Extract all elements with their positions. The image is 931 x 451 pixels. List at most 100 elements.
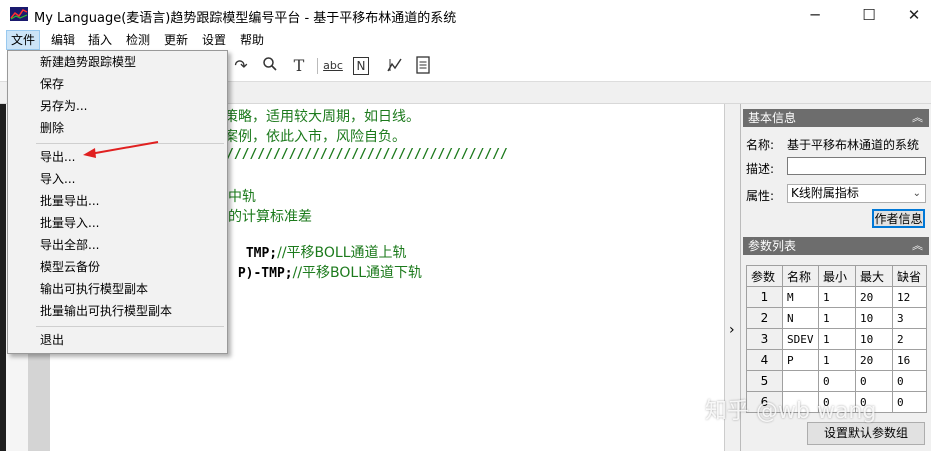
name-value: 基于平移布林通道的系统	[787, 138, 920, 152]
collapse-up-icon[interactable]: ︽	[912, 237, 923, 255]
text-icon[interactable]: T	[289, 56, 309, 76]
chevron-down-icon: ⌄	[912, 188, 921, 199]
menu-bar: 文件 编辑 插入 检测 更新 设置 帮助	[0, 30, 931, 50]
menu-item-save[interactable]: 保存	[8, 74, 227, 95]
description-input[interactable]	[787, 157, 926, 175]
param-index: 2	[746, 307, 783, 329]
search-icon[interactable]	[260, 56, 280, 76]
author-info-button[interactable]: 作者信息	[872, 209, 925, 228]
menu-item-delete[interactable]: 删除	[8, 118, 227, 139]
param-min[interactable]: 1	[818, 328, 856, 350]
menu-settings[interactable]: 设置	[198, 30, 230, 50]
code-line-6: 的计算标准差	[228, 209, 312, 225]
param-min[interactable]: 1	[818, 286, 856, 308]
menu-item-exit[interactable]: 退出	[8, 330, 227, 351]
menu-item-batch-import[interactable]: 批量导入...	[8, 213, 227, 234]
table-row[interactable]: 4 P 1 20 16	[746, 349, 927, 371]
menu-item-output-executable[interactable]: 输出可执行模型副本	[8, 279, 227, 300]
menu-check[interactable]: 检测	[122, 30, 154, 50]
set-default-params-button[interactable]: 设置默认参数组	[807, 422, 925, 445]
param-max[interactable]: 0	[855, 370, 893, 392]
attribute-select-value: K线附属指标	[791, 186, 859, 200]
redo-icon[interactable]: ↷	[231, 56, 251, 76]
param-index: 3	[746, 328, 783, 350]
table-row[interactable]: 5000	[746, 370, 927, 392]
n-document-icon[interactable]: N	[353, 57, 369, 75]
code-line-1: 易策略，适用较大周期，如日线。	[210, 109, 420, 125]
param-default[interactable]: 0	[892, 370, 927, 392]
code-line-5: 中轨	[228, 189, 256, 205]
col-header: 最小	[818, 265, 856, 287]
param-index: 4	[746, 349, 783, 371]
param-table-header: 参数 名称 最小 最大 缺省	[746, 265, 927, 287]
chart-pen-icon[interactable]	[385, 56, 405, 76]
attr-label: 属性:	[746, 189, 775, 203]
app-logo-icon	[10, 7, 28, 21]
basic-info-header[interactable]: 基本信息 ︽	[743, 109, 929, 127]
param-min[interactable]: 0	[818, 370, 856, 392]
param-min[interactable]: 1	[818, 349, 856, 371]
basic-info-title: 基本信息	[748, 111, 797, 125]
table-row[interactable]: 3 SDEV 1 10 2	[746, 328, 927, 350]
close-button[interactable]: ✕	[891, 0, 931, 30]
title-bar: My Language(麦语言)趋势跟踪模型编号平台 - 基于平移布林通道的系统…	[0, 0, 931, 30]
collapse-up-icon[interactable]: ︽	[912, 109, 923, 127]
chevron-right-icon[interactable]: ›	[729, 322, 735, 338]
annotation-arrow-icon	[83, 141, 159, 158]
param-max[interactable]: 10	[855, 328, 893, 350]
menu-item-cloud-backup[interactable]: 模型云备份	[8, 257, 227, 278]
minimize-button[interactable]: ─	[792, 0, 838, 30]
param-index: 1	[746, 286, 783, 308]
code-line-8: P)-TMP;//平移BOLL通道下轨	[220, 246, 422, 298]
param-max[interactable]: 20	[855, 349, 893, 371]
maximize-button[interactable]: ☐	[846, 0, 892, 30]
menu-help[interactable]: 帮助	[236, 30, 268, 50]
watermark: 知乎 @wb wang	[705, 399, 877, 424]
param-max[interactable]: 10	[855, 307, 893, 329]
menu-item-batch-output-executable[interactable]: 批量输出可执行模型副本	[8, 301, 227, 322]
code-line-3: ////////////////////////////////////	[226, 147, 508, 162]
code-line-2: 发案例，依此入市，风险自负。	[210, 129, 406, 145]
param-name[interactable]: SDEV	[782, 328, 819, 350]
param-default[interactable]: 3	[892, 307, 927, 329]
spellcheck-icon[interactable]: abc	[323, 56, 343, 76]
toolbar-separator	[317, 58, 318, 74]
param-index: 5	[746, 370, 783, 392]
param-name[interactable]: M	[782, 286, 819, 308]
menu-separator	[36, 326, 224, 327]
menu-item-import[interactable]: 导入...	[8, 169, 227, 190]
menu-item-save-as[interactable]: 另存为...	[8, 96, 227, 117]
col-header: 最大	[855, 265, 893, 287]
menu-insert[interactable]: 插入	[84, 30, 116, 50]
desc-label: 描述:	[746, 162, 775, 176]
code-line-8-comment: //平移BOLL通道下轨	[292, 265, 423, 281]
param-list-title: 参数列表	[748, 239, 797, 253]
param-default[interactable]: 12	[892, 286, 927, 308]
param-max[interactable]: 20	[855, 286, 893, 308]
name-label: 名称:	[746, 138, 775, 152]
param-default[interactable]: 16	[892, 349, 927, 371]
param-list-header[interactable]: 参数列表 ︽	[743, 237, 929, 255]
col-header: 名称	[782, 265, 819, 287]
file-menu-dropdown: 新建趋势跟踪模型 保存 另存为... 删除 导出... 导入... 批量导出..…	[7, 50, 228, 354]
param-name[interactable]	[782, 370, 819, 392]
window-title: My Language(麦语言)趋势跟踪模型编号平台 - 基于平移布林通道的系统	[34, 11, 457, 26]
param-name[interactable]: P	[782, 349, 819, 371]
menu-edit[interactable]: 编辑	[47, 30, 79, 50]
table-row[interactable]: 2 N 1 10 3	[746, 307, 927, 329]
menu-file[interactable]: 文件	[6, 30, 41, 50]
attribute-select[interactable]: K线附属指标 ⌄	[787, 184, 926, 203]
param-min[interactable]: 1	[818, 307, 856, 329]
menu-update[interactable]: 更新	[160, 30, 192, 50]
menu-item-export-all[interactable]: 导出全部...	[8, 235, 227, 256]
param-table: 参数 名称 最小 最大 缺省 1 M 1 20 12 2 N 1 10 3 3 SDEV 1 10 2 …	[746, 265, 927, 413]
document-icon[interactable]	[413, 56, 433, 76]
code-line-8-code: P)-TMP;	[237, 266, 293, 281]
param-name[interactable]: N	[782, 307, 819, 329]
menu-item-batch-export[interactable]: 批量导出...	[8, 191, 227, 212]
param-default[interactable]: 2	[892, 328, 927, 350]
col-header: 缺省	[892, 265, 927, 287]
table-row[interactable]: 1 M 1 20 12	[746, 286, 927, 308]
param-default[interactable]: 0	[892, 391, 927, 413]
menu-item-new-model[interactable]: 新建趋势跟踪模型	[8, 52, 227, 73]
